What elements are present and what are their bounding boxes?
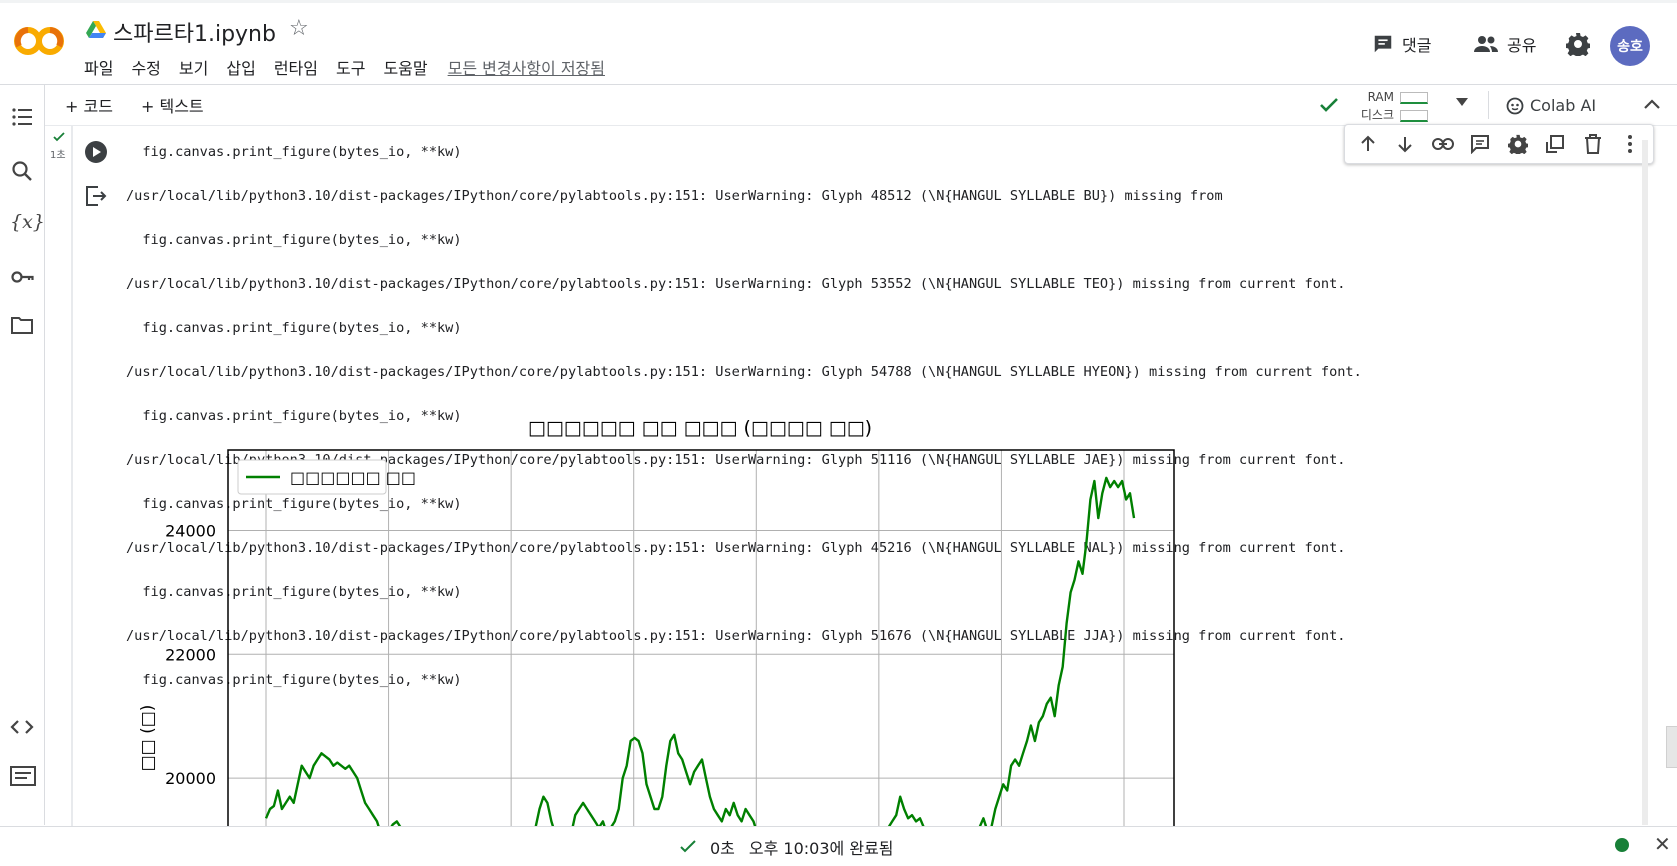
output-line: /usr/local/lib/python3.10/dist-packages/… <box>126 276 1346 292</box>
comment-icon <box>1374 35 1392 53</box>
menu-tools[interactable]: 도구 <box>336 55 365 79</box>
share-button[interactable]: 공유 <box>1473 32 1536 56</box>
chart-legend: □□□□□□ □□ <box>237 459 416 495</box>
y-tick-label: 22000 <box>165 645 216 664</box>
colab-logo[interactable] <box>14 26 64 60</box>
line-chart: □□□□□□ □□ □□□ (□□□□ □□) 200002200024000 … <box>138 417 1175 826</box>
legend-label: □□□□□□ □□ <box>290 468 416 487</box>
toolbar-divider <box>1488 91 1489 119</box>
status-check-icon <box>680 840 696 853</box>
disk-meter <box>1400 109 1428 122</box>
y-tick-label: 24000 <box>165 521 216 540</box>
colab-ai-label: Colab AI <box>1530 96 1597 115</box>
run-cell-button[interactable] <box>84 140 108 168</box>
share-label: 공유 <box>1507 36 1537 55</box>
cell-toolbar <box>1344 124 1654 164</box>
code-snippets-icon[interactable] <box>10 715 34 739</box>
execution-status[interactable]: 0초 오후 10:03에 완료됨 <box>680 835 894 859</box>
output-exit-icon <box>86 186 107 206</box>
output-menu-button[interactable] <box>84 184 108 212</box>
google-drive-icon[interactable] <box>86 21 106 43</box>
move-up-icon[interactable] <box>1356 132 1380 156</box>
output-line: fig.canvas.print_figure(bytes_io, **kw) <box>126 232 462 248</box>
settings-gear-icon[interactable] <box>1565 32 1591 60</box>
add-text-button[interactable]: + 텍스트 <box>141 93 204 117</box>
menu-file[interactable]: 파일 <box>84 55 113 79</box>
notebook-title[interactable]: 스파르타1.ipynb <box>113 16 276 48</box>
execution-time: 1초 <box>50 150 66 161</box>
status-elapsed: 0초 <box>710 839 735 858</box>
top-border <box>0 0 1677 3</box>
resource-meter[interactable]: RAM 디스크 <box>1358 88 1428 124</box>
mirror-cell-icon[interactable] <box>1543 132 1567 156</box>
variables-icon[interactable]: {x} <box>10 211 45 235</box>
star-icon[interactable]: ☆ <box>289 16 309 41</box>
cell-gutter: 1초 <box>45 126 71 826</box>
left-sidebar: {x} <box>0 85 45 825</box>
y-axis-label: □□ (□) <box>138 705 158 772</box>
output-line: fig.canvas.print_figure(bytes_io, **kw) <box>126 144 462 160</box>
command-palette-icon[interactable] <box>10 765 36 789</box>
output-line: fig.canvas.print_figure(bytes_io, **kw) <box>126 320 462 336</box>
menu-runtime[interactable]: 런타임 <box>274 55 318 79</box>
link-icon[interactable] <box>1431 132 1455 156</box>
close-icon[interactable]: ✕ <box>1654 832 1671 856</box>
ram-label: RAM <box>1367 90 1394 104</box>
ram-meter <box>1400 91 1428 104</box>
table-of-contents-icon[interactable] <box>10 105 34 129</box>
comment-button[interactable]: 댓글 <box>1372 32 1431 56</box>
menu-edit[interactable]: 수정 <box>131 55 160 79</box>
more-vert-icon[interactable] <box>1618 132 1642 156</box>
collapse-header-icon[interactable] <box>1642 95 1662 115</box>
folder-icon[interactable] <box>10 313 34 337</box>
menu-view[interactable]: 보기 <box>179 55 208 79</box>
runtime-dropdown-icon[interactable] <box>1455 97 1469 107</box>
colab-ai-button[interactable]: Colab AI <box>1506 96 1596 115</box>
cell-focus-border <box>71 126 73 826</box>
move-down-icon[interactable] <box>1393 132 1417 156</box>
colab-ai-icon <box>1506 97 1524 114</box>
output-line: /usr/local/lib/python3.10/dist-packages/… <box>126 364 1362 380</box>
comment-label: 댓글 <box>1402 36 1432 55</box>
status-completed: 오후 10:03에 완료됨 <box>748 839 894 858</box>
disk-label: 디스크 <box>1360 108 1394 122</box>
connected-check-icon[interactable] <box>1317 93 1341 117</box>
output-line: /usr/local/lib/python3.10/dist-packages/… <box>126 188 1223 204</box>
key-icon[interactable] <box>10 265 34 289</box>
cell-settings-icon[interactable] <box>1506 132 1530 156</box>
notebook-scroll-track[interactable] <box>1642 140 1648 825</box>
execution-check-icon <box>53 132 65 142</box>
y-tick-label: 20000 <box>165 769 216 788</box>
delete-icon[interactable] <box>1581 132 1605 156</box>
y-axis-ticks: 20000 22000 24000 <box>165 521 216 788</box>
search-icon[interactable] <box>10 159 34 183</box>
menu-bar: 파일 수정 보기 삽입 런타임 도구 도움말 모든 변경사항이 저장됨 <box>84 55 605 79</box>
menu-insert[interactable]: 삽입 <box>226 55 255 79</box>
chart-title: □□□□□□ □□ □□□ (□□□□ □□) <box>528 417 872 439</box>
comment-cell-icon[interactable] <box>1468 132 1492 156</box>
add-code-button[interactable]: + 코드 <box>65 93 113 117</box>
menu-help[interactable]: 도움말 <box>383 55 427 79</box>
save-status-link[interactable]: 모든 변경사항이 저장됨 <box>448 55 605 79</box>
play-icon <box>85 141 107 163</box>
runtime-status-dot[interactable] <box>1615 838 1629 852</box>
page-scrollbar-thumb[interactable] <box>1666 726 1677 768</box>
user-avatar[interactable]: 송호 <box>1610 26 1650 66</box>
chart-grid <box>228 450 1174 826</box>
plot-frame <box>227 449 1175 826</box>
people-icon <box>1474 36 1498 52</box>
